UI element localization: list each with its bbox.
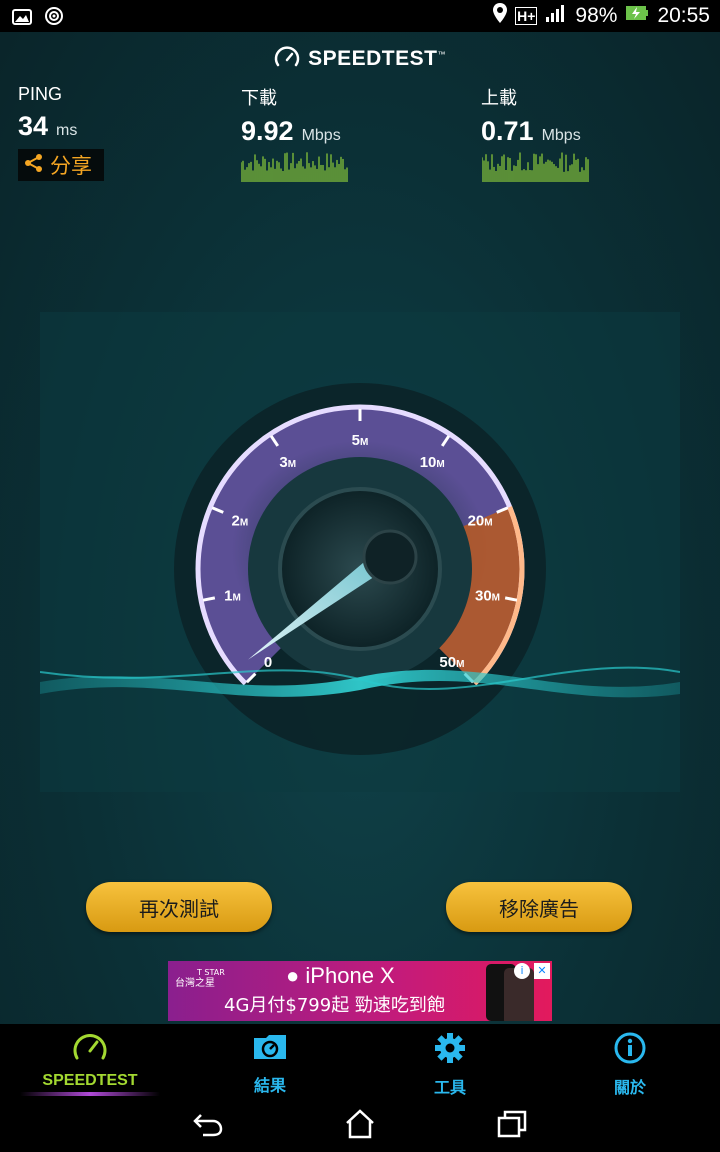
location-icon [493,3,508,29]
home-button[interactable] [340,1108,380,1144]
nav-about[interactable]: 關於 [540,1032,720,1100]
upload-metric: 上載 0.71 Mbps [481,84,581,147]
signal-icon [545,3,567,29]
ping-value: 34 [18,111,49,141]
app-header: SPEEDTEST™ [0,44,720,74]
clock: 20:55 [657,4,710,27]
share-label: 分享 [50,154,92,178]
gauge-tick-unit: M [360,437,368,448]
speedtest-logo-icon [274,46,300,72]
upload-value: 0.71 [481,116,534,146]
gear-icon [434,1032,466,1068]
download-sparkline [241,152,348,182]
download-unit: Mbps [301,127,341,144]
gauge-tick-unit: M [484,517,492,528]
image-icon [12,7,32,31]
recent-apps-button[interactable] [492,1108,532,1144]
ping-metric: PING 34 ms [18,84,77,142]
retest-button[interactable]: 再次測試 [86,882,272,932]
ad-offer: 4G月付$799起 勁速吃到飽 [224,995,445,1016]
upload-sparkline [482,152,589,182]
gauge-tick-unit: M [492,592,500,603]
nav-tools[interactable]: 工具 [360,1032,540,1100]
nav-speedtest[interactable]: SPEEDTEST [0,1032,180,1100]
ping-label: PING [18,84,63,104]
ad-headline: ● iPhone X [286,963,395,988]
ad-info-icon[interactable]: i [514,963,530,979]
app-title: SPEEDTEST™ [308,47,446,70]
gauge-tick-unit: M [232,592,240,603]
gauge-tick-label: 0 [264,654,272,671]
nav-results-label: 結果 [253,1076,286,1095]
network-type-icon: H+ [515,7,538,25]
gauge-tick-unit: M [436,459,444,470]
download-metric: 下載 9.92 Mbps [241,84,341,147]
nav-tools-label: 工具 [433,1078,466,1097]
remove-ads-button[interactable]: 移除廣告 [446,882,632,932]
gauge-needle-hub [362,529,418,585]
back-button[interactable] [188,1108,228,1144]
download-label: 下載 [241,88,277,108]
upload-unit: Mbps [541,127,581,144]
status-bar: H+ 98% 20:55 [0,0,720,32]
nav-speedtest-label: SPEEDTEST [42,1072,138,1089]
gauge-tick-unit: M [240,517,248,528]
active-tab-indicator [20,1092,160,1096]
share-icon [24,153,44,178]
battery-charging-icon [625,4,649,28]
gauge-tick-unit: M [456,659,464,670]
info-icon [614,1032,646,1068]
speedometer-icon [72,1032,108,1066]
ad-brand: T STAR 台灣之星 [175,968,225,989]
system-nav-bar [0,1100,720,1152]
speed-gauge: 01M2M3M5M10M20M30M50M [40,312,680,792]
nav-results[interactable]: 結果 [180,1032,360,1100]
nav-about-label: 關於 [613,1078,646,1097]
bottom-nav: SPEEDTEST 結果 工具 關於 [0,1024,720,1100]
hotspot-icon [44,6,64,32]
gauge-tick-unit: M [288,459,296,470]
ad-close-icon[interactable]: ✕ [534,963,550,979]
download-value: 9.92 [241,116,294,146]
ad-banner[interactable]: T STAR 台灣之星 ● iPhone X 4G月付$799起 勁速吃到飽 i … [168,961,552,1021]
battery-percent: 98% [575,4,618,27]
apple-icon: ● [286,963,300,988]
share-button[interactable]: 分享 [18,149,104,181]
recent-apps-icon [497,1110,527,1142]
upload-label: 上載 [481,88,517,108]
ping-unit: ms [56,122,78,139]
results-folder-icon [252,1032,288,1066]
back-icon [193,1111,223,1141]
home-icon [344,1109,376,1143]
